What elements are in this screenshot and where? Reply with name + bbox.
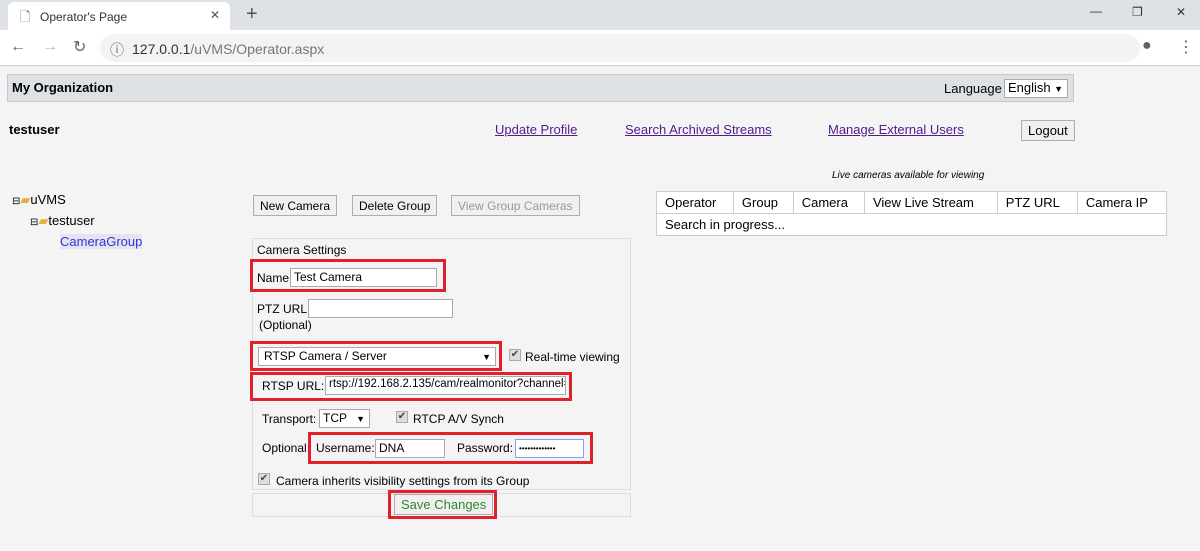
realtime-checkbox[interactable]: ✔ (509, 349, 521, 361)
rtsp-url-input[interactable]: rtsp://192.168.2.135/cam/realmonitor?cha… (325, 376, 566, 395)
menu-icon[interactable]: ⋮ (1178, 37, 1194, 57)
camera-type-select[interactable]: RTSP Camera / Server ▼ (258, 347, 496, 366)
column-header: Group (732, 191, 794, 214)
settings-title: Camera Settings (257, 243, 347, 257)
ptz-label: PTZ URL: (257, 302, 311, 316)
column-header: Camera (792, 191, 865, 214)
chevron-down-icon: ▼ (482, 352, 491, 362)
folder-icon: ▰ (20, 192, 31, 207)
save-changes-button[interactable]: Save Changes (394, 494, 494, 515)
new-tab-icon[interactable]: + (246, 3, 258, 26)
realtime-label: Real-time viewing (525, 350, 620, 364)
url-field[interactable]: ⓘ 127.0.0.1/uVMS/Operator.aspx (100, 34, 1140, 62)
url-path: /uVMS/Operator.aspx (190, 41, 325, 57)
org-header: My Organization Language English ▼ (7, 74, 1074, 102)
rtsp-label: RTSP URL: (262, 379, 325, 393)
table-header-row: Operator Group Camera View Live Stream P… (656, 191, 1168, 214)
account-icon[interactable]: ● (1142, 37, 1152, 55)
page-icon: 🗋 (20, 9, 31, 24)
username-label: testuser (9, 122, 60, 137)
new-camera-button[interactable]: New Camera (253, 195, 338, 216)
delete-group-button[interactable]: Delete Group (352, 195, 438, 216)
ptz-url-input[interactable] (308, 299, 453, 318)
minimize-icon[interactable]: — (1090, 4, 1102, 18)
org-name: My Organization (12, 80, 114, 95)
column-header: PTZ URL (996, 191, 1078, 214)
rtcp-checkbox[interactable]: ✔ (396, 411, 408, 423)
update-profile-link[interactable]: Update Profile (495, 122, 577, 137)
chevron-down-icon: ▼ (1054, 84, 1063, 94)
chevron-down-icon: ▼ (356, 414, 365, 424)
logout-button[interactable]: Logout (1021, 120, 1075, 141)
username-label: Username: (316, 441, 375, 455)
inherit-visibility-label: Camera inherits visibility settings from… (276, 474, 530, 488)
column-header: View Live Stream (863, 191, 998, 214)
restore-icon[interactable]: ❐ (1132, 5, 1143, 19)
language-select[interactable]: English ▼ (1004, 79, 1068, 98)
column-header: Operator (656, 191, 734, 214)
close-tab-icon[interactable]: ✕ (210, 8, 220, 22)
forward-icon[interactable]: → (42, 38, 58, 56)
transport-select[interactable]: TCP ▼ (319, 409, 370, 428)
view-group-cameras-button: View Group Cameras (451, 195, 580, 216)
manage-external-users-link[interactable]: Manage External Users (828, 122, 964, 137)
transport-label: Transport: (262, 412, 317, 426)
ptz-optional-label: (Optional) (259, 318, 312, 332)
search-status: Search in progress... (656, 213, 1167, 236)
close-window-icon[interactable]: ✕ (1176, 5, 1186, 19)
column-header: Camera IP (1076, 191, 1168, 214)
info-icon: ⓘ (110, 42, 124, 58)
url-host: 127.0.0.1 (132, 41, 191, 57)
language-label: Language (944, 81, 1002, 96)
search-archived-link[interactable]: Search Archived Streams (625, 122, 772, 137)
username-input[interactable]: DNA (375, 439, 445, 458)
tree-camera-group[interactable]: CameraGroup (60, 234, 143, 249)
name-label: Name: (257, 271, 293, 285)
tree-user[interactable]: ⊟▰testuser (30, 213, 95, 229)
browser-tab[interactable]: 🗋 Operator's Page ✕ (8, 2, 230, 30)
live-cameras-table: Operator Group Camera View Live Stream P… (656, 191, 1168, 236)
optional-label: Optional: (262, 441, 311, 455)
name-input[interactable]: Test Camera (290, 268, 437, 287)
password-label: Password: (457, 441, 514, 455)
folder-icon: ▰ (38, 213, 49, 228)
rtcp-label: RTCP A/V Synch (413, 412, 504, 426)
password-input[interactable]: ••••••••••••• (515, 439, 584, 458)
tab-title: Operator's Page (40, 10, 128, 24)
tree-root[interactable]: ⊟▰uVMS (12, 192, 66, 208)
inherit-visibility-checkbox[interactable]: ✔ (258, 473, 270, 485)
back-icon[interactable]: ← (10, 38, 26, 56)
reload-icon[interactable]: ↻ (73, 37, 86, 57)
live-cameras-caption: Live cameras available for viewing (832, 170, 985, 181)
table-row: Search in progress... (656, 213, 1167, 236)
tab-strip: 🗋 Operator's Page ✕ + — ❐ ✕ (0, 0, 1200, 30)
